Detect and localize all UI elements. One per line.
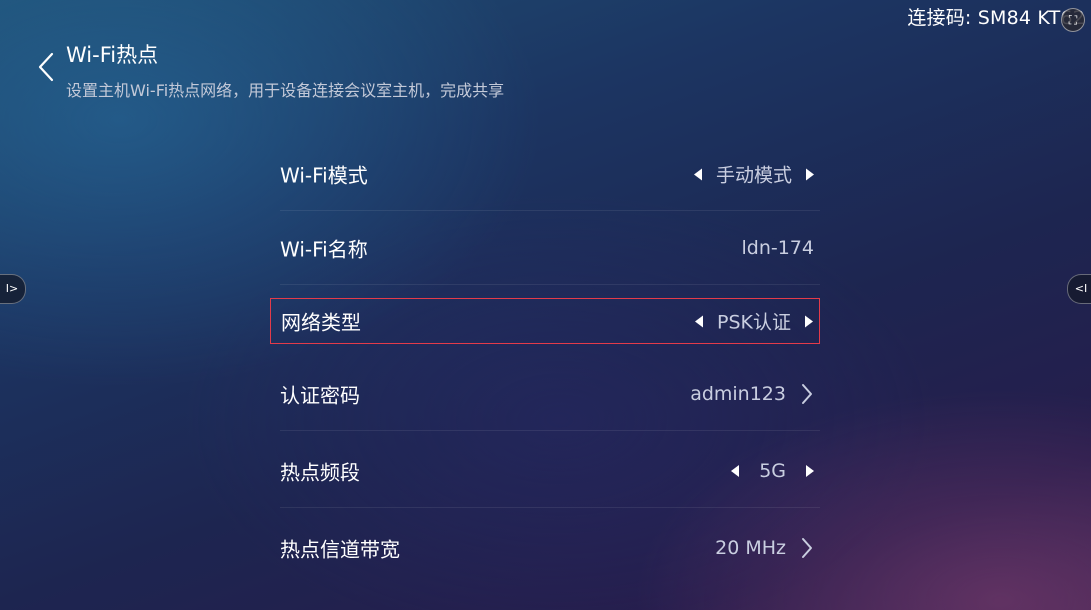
arrow-right-icon[interactable] — [806, 168, 814, 180]
divider — [280, 507, 820, 508]
arrow-right-icon[interactable] — [805, 315, 813, 327]
setting-link[interactable]: 20 MHz — [715, 537, 814, 559]
chevron-right-icon — [802, 384, 812, 404]
setting-value: 5G — [759, 460, 786, 482]
left-drawer-tab[interactable]: I> — [0, 274, 26, 304]
arrow-left-icon[interactable] — [693, 168, 702, 180]
divider — [280, 284, 820, 285]
page-subtitle: 设置主机Wi-Fi热点网络，用于设备连接会议室主机，完成共享 — [66, 81, 505, 100]
setting-value: 手动模式 — [715, 164, 792, 187]
chevron-right-icon — [802, 538, 812, 558]
setting-link[interactable]: admin123 — [690, 383, 814, 405]
setting-selector[interactable]: PSK认证 — [695, 308, 813, 335]
divider — [280, 430, 820, 431]
setting-row-wifi-mode[interactable]: Wi-Fi模式 手动模式 — [270, 151, 820, 211]
back-button[interactable] — [36, 52, 56, 82]
arrow-left-icon[interactable] — [731, 465, 740, 477]
expand-icon[interactable]: ⛶ — [1061, 8, 1085, 32]
setting-row-hotspot-band[interactable]: 热点频段 5G — [270, 448, 820, 508]
connection-code: 连接码: SM84 KT62 — [907, 7, 1085, 29]
setting-label: 网络类型 — [281, 310, 361, 335]
setting-label: 热点信道带宽 — [280, 537, 400, 562]
right-drawer-tab[interactable]: <I — [1067, 274, 1091, 304]
setting-value: PSK认证 — [717, 311, 791, 334]
setting-row-auth-password[interactable]: 认证密码 admin123 — [270, 371, 820, 431]
setting-row-channel-bandwidth[interactable]: 热点信道带宽 20 MHz — [270, 525, 820, 571]
setting-row-network-type[interactable]: 网络类型 PSK认证 — [270, 298, 820, 344]
setting-value: admin123 — [690, 383, 786, 405]
setting-selector[interactable]: 5G — [731, 460, 814, 482]
chevron-left-icon — [38, 52, 54, 82]
arrow-right-icon[interactable] — [806, 465, 814, 477]
setting-row-wifi-name[interactable]: Wi-Fi名称 ldn-174 — [270, 225, 820, 285]
setting-label: Wi-Fi名称 — [280, 237, 368, 262]
arrow-left-icon[interactable] — [695, 315, 704, 327]
setting-selector[interactable]: 手动模式 — [693, 161, 814, 188]
setting-value: 20 MHz — [715, 537, 786, 559]
divider — [280, 210, 820, 211]
setting-value: ldn-174 — [741, 237, 814, 259]
page-title: Wi-Fi热点 — [66, 43, 159, 67]
setting-label: 热点频段 — [280, 460, 360, 485]
setting-value-wrap: ldn-174 — [741, 237, 814, 259]
setting-label: 认证密码 — [280, 383, 360, 408]
setting-label: Wi-Fi模式 — [280, 163, 368, 188]
